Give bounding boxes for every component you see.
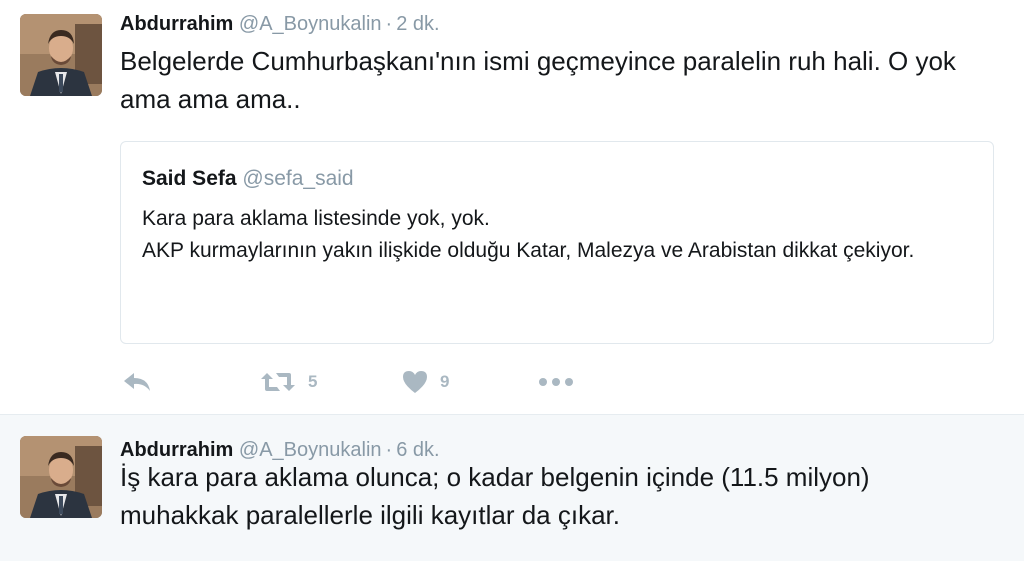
- quoted-author-name: Said Sefa: [142, 167, 237, 190]
- heart-icon: [403, 371, 427, 393]
- like-button[interactable]: 9: [402, 366, 449, 398]
- separator-dot: ·: [385, 13, 393, 35]
- retweet-icon: [261, 373, 295, 391]
- avatar-image: [20, 436, 102, 518]
- avatar[interactable]: [20, 14, 102, 96]
- quoted-tweet[interactable]: Said Sefa @sefa_said Kara para aklama li…: [120, 141, 994, 344]
- tweet-text: İş kara para aklama olunca; o kadar belg…: [120, 462, 870, 530]
- reply-button[interactable]: [122, 366, 152, 398]
- quoted-author-handle: @sefa_said: [242, 167, 354, 190]
- quoted-tweet-text: Kara para aklama listesinde yok, yok. AK…: [142, 203, 972, 267]
- tweet-2[interactable]: Abdurrahim @A_Boynukalin · 6 dk. İş kara p…: [0, 415, 1024, 561]
- more-icon: [539, 378, 573, 386]
- retweet-count: 5: [308, 372, 318, 391]
- avatar[interactable]: [20, 436, 102, 518]
- reply-icon: [124, 373, 150, 391]
- more-button[interactable]: [538, 366, 574, 398]
- tweet-actions: 5 9: [120, 366, 620, 398]
- like-count: 9: [440, 372, 450, 391]
- quoted-text-line: Kara para aklama listesinde yok, yok.: [142, 207, 490, 230]
- avatar-image: [20, 14, 102, 96]
- retweet-button[interactable]: 5: [260, 366, 317, 398]
- quoted-text-line: AKP kurmaylarının yakın ilişkide olduğu …: [142, 239, 915, 262]
- tweet-1[interactable]: Abdurrahim @A_Boynukalin · 2 dk. Belgelerd…: [0, 0, 1024, 415]
- tweet-timestamp[interactable]: 2 dk.: [396, 13, 439, 35]
- tweet-text: Belgelerde Cumhurbaşkanı'nın ismi geçmey…: [120, 46, 956, 114]
- author-handle[interactable]: @A_Boynukalin: [239, 13, 382, 35]
- author-name[interactable]: Abdurrahim: [120, 13, 233, 35]
- quoted-tweet-header: Said Sefa @sefa_said: [142, 167, 354, 191]
- tweet-header: Abdurrahim @A_Boynukalin · 2 dk.: [120, 13, 440, 36]
